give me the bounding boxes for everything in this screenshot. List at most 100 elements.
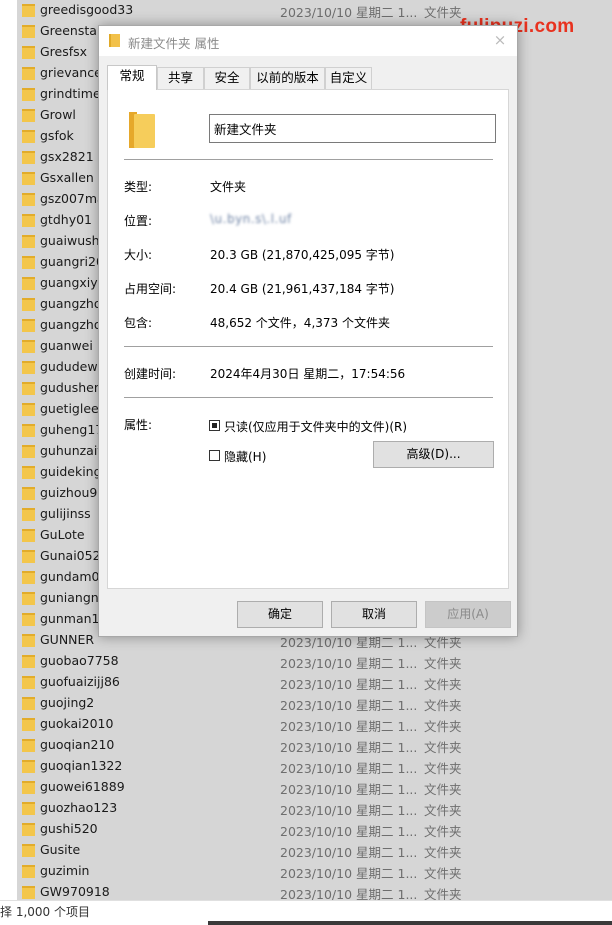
ok-button[interactable]: 确定 (237, 601, 323, 628)
file-name: guofuaizijj86 (40, 674, 120, 689)
file-row[interactable]: guoqian1322 2023/10/10 星期二 1... 文件夹 (0, 756, 612, 777)
row-gutter (0, 273, 17, 294)
file-row[interactable]: Gusite 2023/10/10 星期二 1... 文件夹 (0, 840, 612, 861)
folder-icon (22, 256, 35, 269)
folder-icon (22, 802, 35, 815)
file-row[interactable]: gushi520 2023/10/10 星期二 1... 文件夹 (0, 819, 612, 840)
row-gutter (0, 672, 17, 693)
file-type: 文件夹 (424, 803, 462, 818)
file-name: guoqian1322 (40, 758, 123, 773)
apply-button[interactable]: 应用(A) (425, 601, 511, 628)
folder-name-input[interactable] (209, 114, 496, 143)
folder-icon (22, 4, 35, 17)
folder-icon (22, 613, 35, 626)
folder-icon (22, 235, 35, 248)
file-row[interactable]: guzimin 2023/10/10 星期二 1... 文件夹 (0, 861, 612, 882)
folder-icon (109, 34, 120, 47)
tab-previous-versions[interactable]: 以前的版本 (250, 67, 325, 89)
dialog-titlebar[interactable]: 新建文件夹 属性 × (99, 26, 517, 56)
readonly-checkbox[interactable] (209, 420, 220, 431)
cancel-button[interactable]: 取消 (331, 601, 417, 628)
file-name: guetiglee (40, 401, 99, 416)
row-gutter (0, 546, 17, 567)
file-row[interactable]: guojing2 2023/10/10 星期二 1... 文件夹 (0, 693, 612, 714)
size-value: 20.3 GB (21,870,425,095 字节) (210, 248, 395, 262)
file-name: Growl (40, 107, 76, 122)
file-name: GW970918 (40, 884, 110, 899)
file-type: 文件夹 (424, 5, 462, 20)
row-gutter (0, 651, 17, 672)
readonly-label[interactable]: 只读(仅应用于文件夹中的文件)(R) (224, 418, 407, 435)
large-folder-icon (129, 112, 155, 148)
row-gutter (0, 84, 17, 105)
tab-security[interactable]: 安全 (204, 67, 250, 89)
file-name: guoqian210 (40, 737, 115, 752)
file-row[interactable]: guobao7758 2023/10/10 星期二 1... 文件夹 (0, 651, 612, 672)
folder-icon (22, 571, 35, 584)
tab-strip: 常规 共享 安全 以前的版本 自定义 (107, 65, 509, 90)
folder-icon (22, 319, 35, 332)
file-name: GUNNER (40, 632, 95, 647)
file-name: gududewe (40, 359, 106, 374)
hidden-checkbox[interactable] (209, 450, 220, 461)
file-date: 2023/10/10 星期二 1... (280, 866, 418, 881)
folder-icon (22, 697, 35, 710)
hidden-label[interactable]: 隐藏(H) (224, 448, 266, 465)
advanced-button[interactable]: 高级(D)... (373, 441, 494, 468)
folder-icon (22, 361, 35, 374)
row-gutter (0, 252, 17, 273)
file-name: grievance (40, 65, 102, 80)
divider (124, 397, 493, 398)
row-gutter (0, 819, 17, 840)
file-name: guowei61889 (40, 779, 125, 794)
row-gutter (0, 588, 17, 609)
file-name: guanwei (40, 338, 93, 353)
folder-icon (22, 508, 35, 521)
row-gutter (0, 168, 17, 189)
file-row[interactable]: guokai2010 2023/10/10 星期二 1... 文件夹 (0, 714, 612, 735)
row-gutter (0, 126, 17, 147)
tab-customize[interactable]: 自定义 (325, 67, 372, 89)
folder-icon (22, 676, 35, 689)
attributes-label: 属性: (124, 418, 153, 432)
folder-icon (22, 466, 35, 479)
tab-sharing[interactable]: 共享 (157, 67, 204, 89)
close-button[interactable]: × (489, 29, 511, 51)
type-value: 文件夹 (210, 180, 247, 194)
folder-icon (22, 487, 35, 500)
row-gutter (0, 714, 17, 735)
location-value: \u.byn.s\.l.uf (210, 212, 292, 226)
file-name: gtdhy01 (40, 212, 92, 227)
row-gutter (0, 105, 17, 126)
row-gutter (0, 210, 17, 231)
folder-icon (22, 193, 35, 206)
row-gutter (0, 399, 17, 420)
file-row[interactable]: guofuaizijj86 2023/10/10 星期二 1... 文件夹 (0, 672, 612, 693)
folder-icon (22, 634, 35, 647)
file-date: 2023/10/10 星期二 1... (280, 656, 418, 671)
file-name: Gresfsx (40, 44, 88, 59)
divider (124, 346, 493, 347)
file-row[interactable]: guowei61889 2023/10/10 星期二 1... 文件夹 (0, 777, 612, 798)
row-gutter (0, 756, 17, 777)
file-name: guokai2010 (40, 716, 114, 731)
folder-icon (22, 760, 35, 773)
file-name: guzimin (40, 863, 90, 878)
tab-general[interactable]: 常规 (107, 65, 157, 90)
properties-dialog: 新建文件夹 属性 × 常规 共享 安全 以前的版本 自定义 类型: 文件夹 位置… (98, 25, 518, 637)
folder-icon (22, 109, 35, 122)
file-name: guhunzaiti (40, 443, 106, 458)
row-gutter (0, 525, 17, 546)
file-name: gsfok (40, 128, 74, 143)
type-label: 类型: (124, 180, 153, 194)
file-date: 2023/10/10 星期二 1... (280, 677, 418, 692)
file-row[interactable]: guoqian210 2023/10/10 星期二 1... 文件夹 (0, 735, 612, 756)
file-name: gushi520 (40, 821, 98, 836)
file-date: 2023/10/10 星期二 1... (280, 803, 418, 818)
row-gutter (0, 357, 17, 378)
folder-icon (22, 781, 35, 794)
file-row[interactable]: guozhao123 2023/10/10 星期二 1... 文件夹 (0, 798, 612, 819)
folder-icon (22, 277, 35, 290)
row-gutter (0, 420, 17, 441)
folder-icon (22, 592, 35, 605)
